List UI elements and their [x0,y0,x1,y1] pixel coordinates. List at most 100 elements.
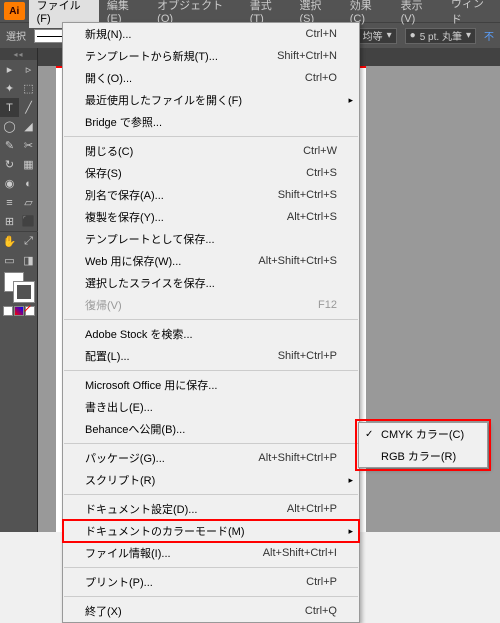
menu-item-label: 保存(S) [85,165,122,181]
menu-item-label: 閉じる(C) [85,143,133,159]
submenu-arrow-icon: ▸ [348,526,353,537]
menu-item-label: Web 用に保存(W)... [85,253,181,269]
brush-dropdown[interactable]: ●5 pt. 丸筆▾ [405,28,476,44]
tool-button[interactable]: ⬛ [19,212,38,231]
menu-item-label: スクリプト(R) [85,472,155,488]
tool-button[interactable]: ▱ [19,193,38,212]
tool-button[interactable]: ◯ [0,117,19,136]
opacity-link[interactable]: 不 [484,28,494,43]
tool-button[interactable]: ╱ [19,98,38,117]
menu-item[interactable]: 新規(N)... Ctrl+N [63,23,359,45]
menu-item[interactable]: スクリプト(R) ▸ [63,469,359,491]
menu-shortcut: Shift+Ctrl+P [278,350,337,362]
menu-item[interactable]: 選択したスライスを保存... [63,272,359,294]
menu-item[interactable]: 開く(O)...Ctrl+O [63,67,359,89]
tool-button[interactable]: ✋ [0,232,19,251]
menu-item-label: Adobe Stock を検索... [85,326,193,342]
submenu-item-label: RGB カラー(R) [381,448,456,464]
menu-item-label: ドキュメントのカラーモード(M) [85,523,245,539]
menu-shortcut: Shift+Ctrl+N [277,50,337,62]
menu-view[interactable]: 表示(V) [393,0,443,28]
menu-item[interactable]: 別名で保存(A)...Shift+Ctrl+S [63,184,359,206]
selection-label: 選択 [6,28,26,43]
tool-button[interactable]: ✂ [19,136,38,155]
menu-item[interactable]: Behanceへ公開(B)... [63,418,359,440]
menu-item-label: 復帰(V) [85,297,122,313]
menu-item-label: テンプレートから新規(T)... [85,48,218,64]
fill-stroke-swatch[interactable] [0,270,38,304]
menu-shortcut: Alt+Ctrl+P [287,503,337,515]
menu-window[interactable]: ウィンド [443,0,500,30]
file-menu-dropdown: 新規(N)... Ctrl+N テンプレートから新規(T)... Shift+Ctrl… [62,22,360,623]
tool-button[interactable]: ≡ [0,193,19,212]
tool-button[interactable]: ▹ [19,60,38,79]
tool-button[interactable]: T [0,98,19,117]
menu-shortcut: Ctrl+N [306,28,337,40]
menu-item-label: ファイル情報(I)... [85,545,171,561]
tool-button[interactable]: ✦ [0,79,19,98]
menu-item[interactable]: ドキュメント設定(D)... Alt+Ctrl+P [63,498,359,520]
menu-item[interactable]: ドキュメントのカラーモード(M) ▸ [63,520,359,542]
tool-button[interactable]: ↻ [0,155,19,174]
menu-shortcut: Alt+Shift+Ctrl+I [263,547,337,559]
check-icon: ✓ [365,429,373,440]
menu-item[interactable]: Adobe Stock を検索... [63,323,359,345]
menu-item[interactable]: テンプレートとして保存... [63,228,359,250]
menu-item[interactable]: 終了(X)Ctrl+Q [63,600,359,622]
tool-button[interactable]: ⤢ [19,232,38,251]
menu-item-label: 複製を保存(Y)... [85,209,164,225]
menu-separator [64,370,358,371]
menu-item[interactable]: 保存(S)Ctrl+S [63,162,359,184]
color-mode-toggles[interactable] [0,304,38,318]
menu-item-label: 配置(L)... [85,348,130,364]
submenu-item[interactable]: RGB カラー(R) [359,445,487,467]
menu-separator [64,319,358,320]
menu-item-label: ドキュメント設定(D)... [85,501,197,517]
menu-item[interactable]: 複製を保存(Y)... Alt+Ctrl+S [63,206,359,228]
profile-dropdown[interactable]: 均等▾ [358,28,397,44]
menu-shortcut: Alt+Ctrl+S [287,211,337,223]
menu-shortcut: Ctrl+P [306,576,337,588]
menu-item[interactable]: テンプレートから新規(T)... Shift+Ctrl+N [63,45,359,67]
menu-item-label: パッケージ(G)... [85,450,165,466]
tool-button[interactable]: ▦ [19,155,38,174]
menu-item[interactable]: Bridge で参照... [63,111,359,133]
submenu-item-label: CMYK カラー(C) [381,426,464,442]
menu-item[interactable]: パッケージ(G)... Alt+Shift+Ctrl+P [63,447,359,469]
tool-button[interactable]: ⊞ [0,212,19,231]
menu-separator [64,443,358,444]
tool-button[interactable]: ◉ [0,174,19,193]
tool-button[interactable]: ◐ [19,174,38,193]
menu-item-label: 開く(O)... [85,70,132,86]
menu-item-label: プリント(P)... [85,574,153,590]
color-mode-submenu: ✓ CMYK カラー(C) RGB カラー(R) [358,422,488,468]
tool-button[interactable]: ▭ [0,251,19,270]
tools-panel-grip[interactable]: ◂◂ [0,48,37,60]
menu-item[interactable]: 書き出し(E)... [63,396,359,418]
menu-item[interactable]: 閉じる(C)Ctrl+W [63,140,359,162]
menu-item[interactable]: プリント(P)... Ctrl+P [63,571,359,593]
menu-item-label: Bridge で参照... [85,114,162,130]
tool-button[interactable]: ⬚ [19,79,38,98]
menu-shortcut: Ctrl+Q [305,605,337,617]
submenu-arrow-icon: ▸ [348,475,353,486]
tool-button[interactable]: ▸ [0,60,19,79]
menu-item-label: 最近使用したファイルを開く(F) [85,92,242,108]
menu-item-label: Behanceへ公開(B)... [85,421,185,437]
menu-item-label: 選択したスライスを保存... [85,275,215,291]
menu-shortcut: Alt+Shift+Ctrl+P [258,452,337,464]
tool-button[interactable]: ◨ [19,251,38,270]
submenu-arrow-icon: ▸ [348,95,353,106]
menu-separator [64,136,358,137]
submenu-item[interactable]: ✓ CMYK カラー(C) [359,423,487,445]
menu-item[interactable]: 最近使用したファイルを開く(F) ▸ [63,89,359,111]
menu-item[interactable]: Microsoft Office 用に保存... [63,374,359,396]
menu-item[interactable]: ファイル情報(I)... Alt+Shift+Ctrl+I [63,542,359,564]
menu-item-label: 新規(N)... [85,26,131,42]
menu-item[interactable]: Web 用に保存(W)...Alt+Shift+Ctrl+S [63,250,359,272]
tool-button[interactable]: ✎ [0,136,19,155]
menu-item: 復帰(V)F12 [63,294,359,316]
menu-item[interactable]: 配置(L)... Shift+Ctrl+P [63,345,359,367]
tool-button[interactable]: ◢ [19,117,38,136]
menu-item-label: 別名で保存(A)... [85,187,164,203]
